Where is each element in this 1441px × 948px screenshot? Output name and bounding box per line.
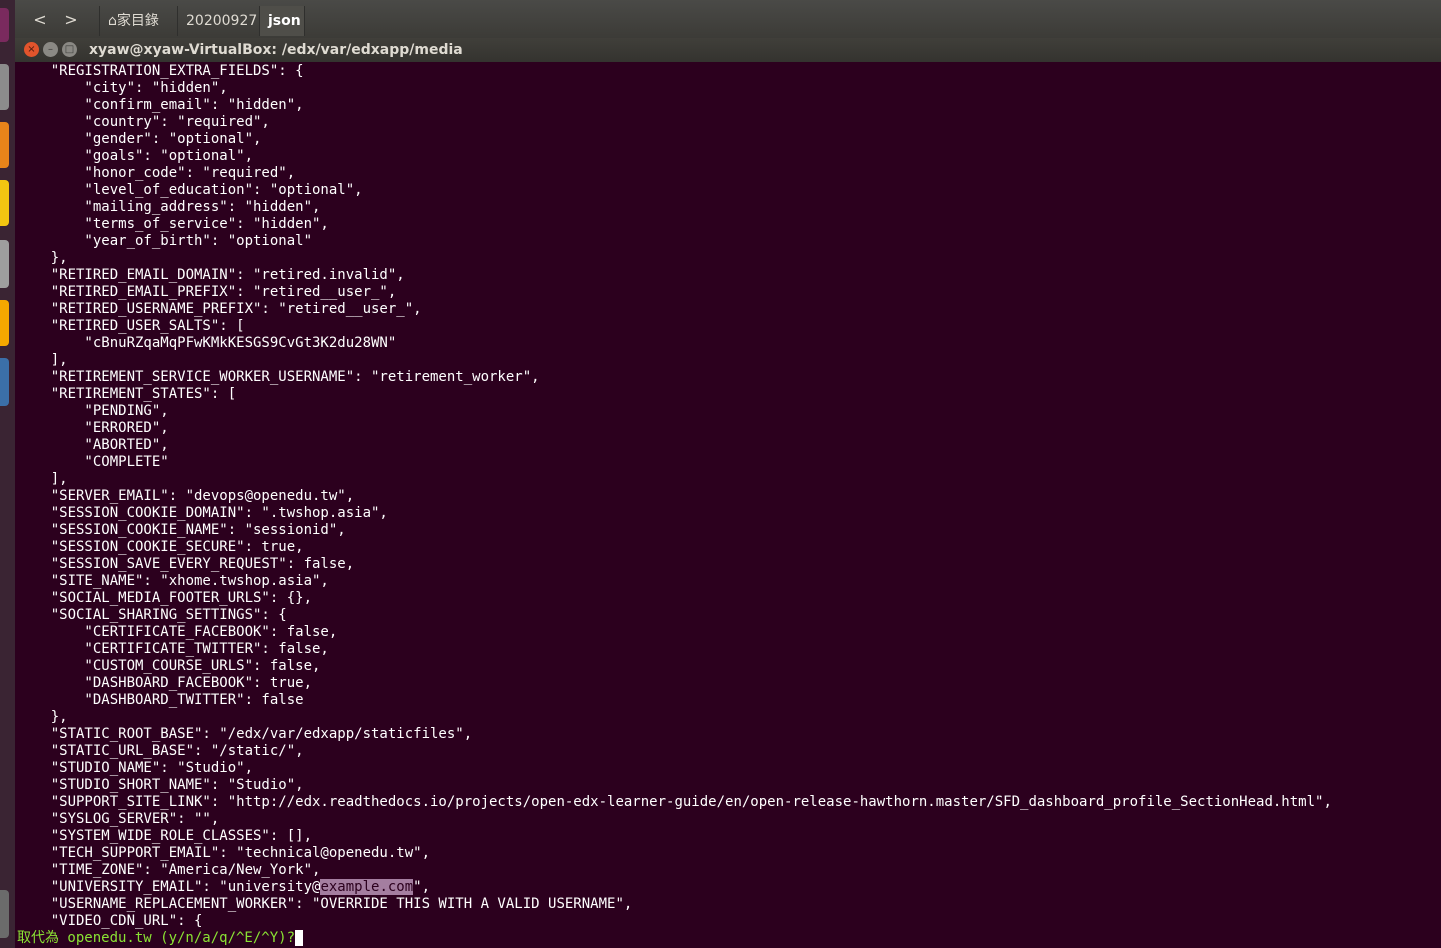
terminal-line: "CERTIFICATE_FACEBOOK": false, bbox=[17, 624, 338, 640]
file-manager-toolbar: < > ⌂家目錄 20200927 json bbox=[15, 0, 1441, 39]
terminal-line: "ABORTED", bbox=[17, 437, 169, 453]
terminal-line: "STATIC_URL_BASE": "/static/", bbox=[17, 743, 304, 759]
terminal-line: "SYSTEM_WIDE_ROLE_CLASSES": [], bbox=[17, 828, 313, 844]
terminal-line: "SOCIAL_MEDIA_FOOTER_URLS": {}, bbox=[17, 590, 313, 606]
terminal-line: "TIME_ZONE": "America/New_York", bbox=[17, 862, 321, 878]
terminal-line: "PENDING", bbox=[17, 403, 169, 419]
terminal-line: "RETIRED_USERNAME_PREFIX": "retired__use… bbox=[17, 301, 422, 317]
launcher-office-icon[interactable] bbox=[0, 180, 9, 226]
terminal-line: "goals": "optional", bbox=[17, 148, 254, 164]
replace-prompt[interactable]: 取代為 openedu.tw (y/n/a/q/^E/^Y)? bbox=[17, 930, 304, 947]
terminal-line: "ERRORED", bbox=[17, 420, 169, 436]
forward-button[interactable]: > bbox=[56, 6, 86, 34]
terminal-line: "confirm_email": "hidden", bbox=[17, 97, 304, 113]
terminal-line: "SUPPORT_SITE_LINK": "http://edx.readthe… bbox=[17, 794, 1332, 810]
match-prefix: "UNIVERSITY_EMAIL": "university@ bbox=[17, 879, 321, 895]
terminal-line: ], bbox=[17, 352, 68, 368]
terminal-line-search-match: "UNIVERSITY_EMAIL": "university@example.… bbox=[17, 879, 430, 896]
text-cursor bbox=[295, 930, 304, 946]
launcher-trash-icon[interactable] bbox=[0, 890, 9, 938]
terminal-line: "RETIREMENT_SERVICE_WORKER_USERNAME": "r… bbox=[17, 369, 540, 385]
home-icon: ⌂ bbox=[108, 13, 117, 29]
terminal-line: "RETIRED_EMAIL_PREFIX": "retired__user_"… bbox=[17, 284, 397, 300]
terminal-line: "DASHBOARD_TWITTER": false bbox=[17, 692, 304, 708]
terminal-line: "USERNAME_REPLACEMENT_WORKER": "OVERRIDE… bbox=[17, 896, 633, 912]
terminal-line: "VIDEO_CDN_URL": { bbox=[17, 913, 203, 929]
terminal-line: "RETIRED_USER_SALTS": [ bbox=[17, 318, 245, 334]
terminal-line: "honor_code": "required", bbox=[17, 165, 296, 181]
terminal-line: "SYSLOG_SERVER": "", bbox=[17, 811, 220, 827]
terminal-line: "SESSION_COOKIE_NAME": "sessionid", bbox=[17, 522, 346, 538]
terminal-line: "TECH_SUPPORT_EMAIL": "technical@openedu… bbox=[17, 845, 431, 861]
terminal-line: "gender": "optional", bbox=[17, 131, 262, 147]
terminal-line: "STATIC_ROOT_BASE": "/edx/var/edxapp/sta… bbox=[17, 726, 473, 742]
terminal-line: }, bbox=[17, 709, 68, 725]
terminal-line: "STUDIO_NAME": "Studio", bbox=[17, 760, 254, 776]
terminal-line: "country": "required", bbox=[17, 114, 270, 130]
launcher-firefox-icon[interactable] bbox=[0, 122, 9, 168]
terminal-line: "SESSION_COOKIE_DOMAIN": ".twshop.asia", bbox=[17, 505, 388, 521]
launcher-settings-icon[interactable] bbox=[0, 358, 9, 406]
launcher-terminal-icon[interactable] bbox=[0, 240, 9, 288]
minimize-button[interactable]: – bbox=[43, 42, 58, 57]
terminal-line: "mailing_address": "hidden", bbox=[17, 199, 321, 215]
launcher-amazon-icon[interactable] bbox=[0, 300, 9, 346]
replace-prompt-text: 取代為 openedu.tw (y/n/a/q/^E/^Y)? bbox=[17, 930, 296, 946]
terminal-title-bar[interactable]: × – □ xyaw@xyaw-VirtualBox: /edx/var/edx… bbox=[15, 38, 1441, 62]
search-match-highlight: example.com bbox=[320, 879, 414, 895]
window-title: xyaw@xyaw-VirtualBox: /edx/var/edxapp/me… bbox=[89, 42, 463, 58]
terminal-line: "STUDIO_SHORT_NAME": "Studio", bbox=[17, 777, 304, 793]
terminal-line: "RETIREMENT_STATES": [ bbox=[17, 386, 237, 402]
breadcrumb-home-label: 家目錄 bbox=[116, 13, 159, 29]
terminal-line: }, bbox=[17, 250, 68, 266]
terminal-line: "RETIRED_EMAIL_DOMAIN": "retired.invalid… bbox=[17, 267, 405, 283]
terminal-line: ], bbox=[17, 471, 68, 487]
terminal-line: "COMPLETE" bbox=[17, 454, 169, 470]
terminal-line: "CERTIFICATE_TWITTER": false, bbox=[17, 641, 329, 657]
terminal-line: "SESSION_SAVE_EVERY_REQUEST": false, bbox=[17, 556, 355, 572]
terminal-line: "SERVER_EMAIL": "devops@openedu.tw", bbox=[17, 488, 355, 504]
breadcrumb-json[interactable]: json bbox=[259, 6, 305, 36]
close-button[interactable]: × bbox=[24, 42, 39, 57]
terminal-line: "CUSTOM_COURSE_URLS": false, bbox=[17, 658, 321, 674]
terminal-line: "REGISTRATION_EXTRA_FIELDS": { bbox=[17, 63, 304, 79]
back-button[interactable]: < bbox=[25, 6, 55, 34]
terminal-line: "city": "hidden", bbox=[17, 80, 228, 96]
terminal-line: "cBnuRZqaMqPFwKMkKESGS9CvGt3K2du28WN" bbox=[17, 335, 397, 351]
breadcrumb-20200927[interactable]: 20200927 bbox=[177, 6, 259, 36]
launcher-files-icon[interactable] bbox=[0, 64, 9, 110]
terminal-line: "year_of_birth": "optional" bbox=[17, 233, 313, 249]
terminal-line: "level_of_education": "optional", bbox=[17, 182, 363, 198]
terminal-line: "SESSION_COOKIE_SECURE": true, bbox=[17, 539, 304, 555]
terminal-content[interactable]: "REGISTRATION_EXTRA_FIELDS": { "city": "… bbox=[17, 63, 1441, 948]
match-suffix: ", bbox=[413, 879, 431, 895]
terminal-line: "SITE_NAME": "xhome.twshop.asia", bbox=[17, 573, 329, 589]
terminal-line: "DASHBOARD_FACEBOOK": true, bbox=[17, 675, 313, 691]
launcher-sidebar bbox=[0, 0, 15, 948]
terminal-line: "SOCIAL_SHARING_SETTINGS": { bbox=[17, 607, 287, 623]
launcher-app-icon[interactable] bbox=[0, 8, 9, 42]
maximize-button[interactable]: □ bbox=[62, 42, 77, 57]
breadcrumb-home[interactable]: ⌂家目錄 bbox=[99, 6, 177, 36]
terminal-line: "terms_of_service": "hidden", bbox=[17, 216, 329, 232]
